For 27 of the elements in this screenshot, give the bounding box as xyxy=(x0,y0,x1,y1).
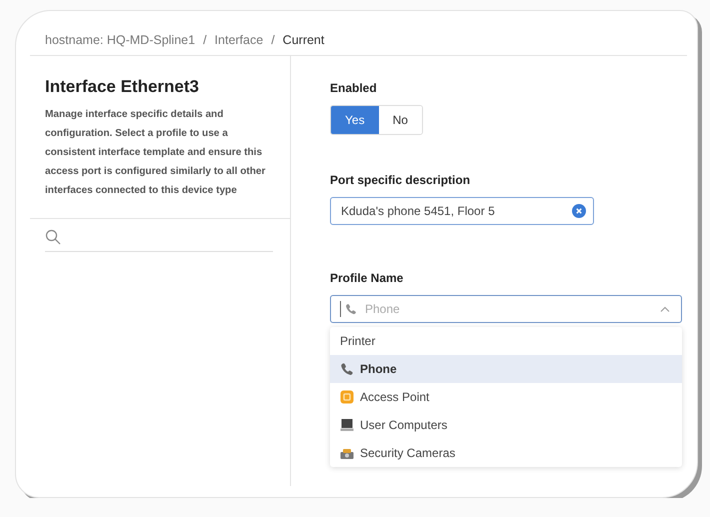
caret-icon xyxy=(660,306,670,312)
dropdown-option[interactable]: Security Cameras xyxy=(330,439,682,467)
dropdown-option[interactable]: Printer xyxy=(330,327,682,355)
profile-select[interactable]: Phone xyxy=(330,295,682,323)
page-title: Interface Ethernet3 xyxy=(45,77,200,97)
toggle-option[interactable]: Yes xyxy=(331,106,379,134)
search-icon xyxy=(45,229,61,245)
description-text: Manage interface specific details and configuration. Select a profile to use a consistent interface template and ensure this access port is configured similarly to all other interfaces connected to this device type xyxy=(45,108,266,198)
camera-icon xyxy=(340,446,354,460)
breadcrumb-current: Current xyxy=(282,33,324,47)
router-icon xyxy=(340,390,354,404)
search-field[interactable] xyxy=(45,229,273,252)
phone-icon xyxy=(340,362,354,376)
clear-icon[interactable] xyxy=(572,204,586,218)
dropdown-option[interactable]: Access Point xyxy=(330,383,682,411)
laptop-icon xyxy=(340,418,354,432)
dropdown-option[interactable]: User Computers xyxy=(330,411,682,439)
breadcrumb-link[interactable]: Interface xyxy=(214,33,264,47)
breadcrumb-separator: / xyxy=(203,33,207,47)
phone-icon xyxy=(345,303,357,315)
breadcrumb-link[interactable]: hostname: HQ-MD-Spline1 xyxy=(45,33,196,47)
dropdown-option[interactable]: Phone xyxy=(330,355,682,383)
field-label: Port specific description xyxy=(330,173,472,187)
field-label: Enabled xyxy=(330,81,378,95)
breadcrumb-separator: / xyxy=(271,33,275,47)
description-field[interactable]: Kduda's phone 5451, Floor 5 xyxy=(330,197,594,225)
field-label: Profile Name xyxy=(330,271,404,285)
